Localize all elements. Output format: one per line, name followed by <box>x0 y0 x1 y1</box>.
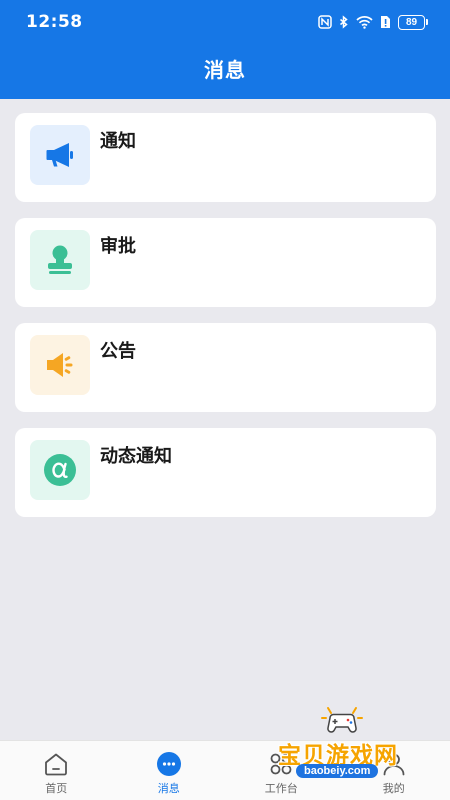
message-item-label: 通知 <box>100 131 136 152</box>
battery-level: 89 <box>398 14 425 30</box>
sim-alert-icon <box>380 15 391 29</box>
message-item-label: 公告 <box>100 341 136 362</box>
message-item-label: 动态通知 <box>100 446 172 467</box>
alpha-icon <box>30 440 90 500</box>
grid-icon <box>268 751 294 777</box>
message-item-notice[interactable]: 通知 <box>15 113 436 202</box>
home-icon <box>43 751 69 777</box>
status-bar: 12:58 89 <box>0 0 450 44</box>
status-time: 12:58 <box>26 12 83 32</box>
tab-workbench[interactable]: 工作台 <box>225 741 338 800</box>
message-item-approval[interactable]: 审批 <box>15 218 436 307</box>
message-item-label: 审批 <box>100 236 136 257</box>
tab-label: 我的 <box>382 782 405 795</box>
wifi-icon <box>356 15 373 29</box>
message-item-activity[interactable]: 动态通知 <box>15 428 436 517</box>
page-title: 消息 <box>204 58 246 82</box>
chat-icon <box>156 751 182 777</box>
battery-icon: 89 <box>398 14 428 30</box>
megaphone-icon <box>30 125 90 185</box>
nfc-icon <box>318 15 332 29</box>
tab-home[interactable]: 首页 <box>0 741 113 800</box>
app-header: 12:58 89 消息 <box>0 0 450 99</box>
tab-messages[interactable]: 消息 <box>113 741 226 800</box>
bottom-tab-bar: 首页 消息 工作台 我的 <box>0 740 450 800</box>
user-icon <box>381 751 407 777</box>
bluetooth-icon <box>339 14 349 30</box>
stamp-icon <box>30 230 90 290</box>
tab-label: 消息 <box>157 782 180 795</box>
status-icons: 89 <box>318 14 428 30</box>
tab-profile[interactable]: 我的 <box>338 741 450 800</box>
tab-label: 首页 <box>45 782 68 795</box>
tab-label: 工作台 <box>264 782 298 795</box>
speaker-icon <box>30 335 90 395</box>
message-list: 通知 审批 公告 动态通知 <box>15 113 436 533</box>
gamepad-icon <box>320 706 364 740</box>
message-item-announcement[interactable]: 公告 <box>15 323 436 412</box>
